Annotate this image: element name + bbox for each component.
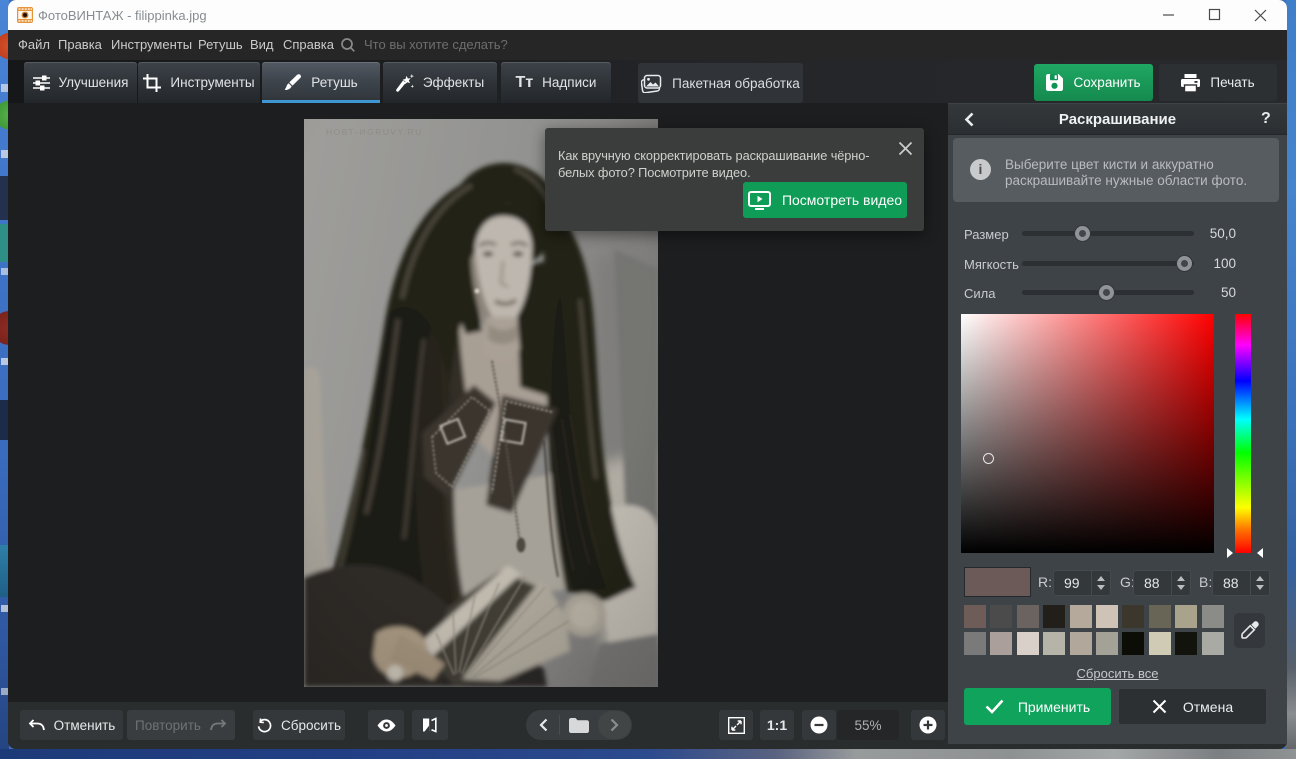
svg-text:НОВТ-ИGRUVY.RU: НОВТ-ИGRUVY.RU [326,127,423,137]
